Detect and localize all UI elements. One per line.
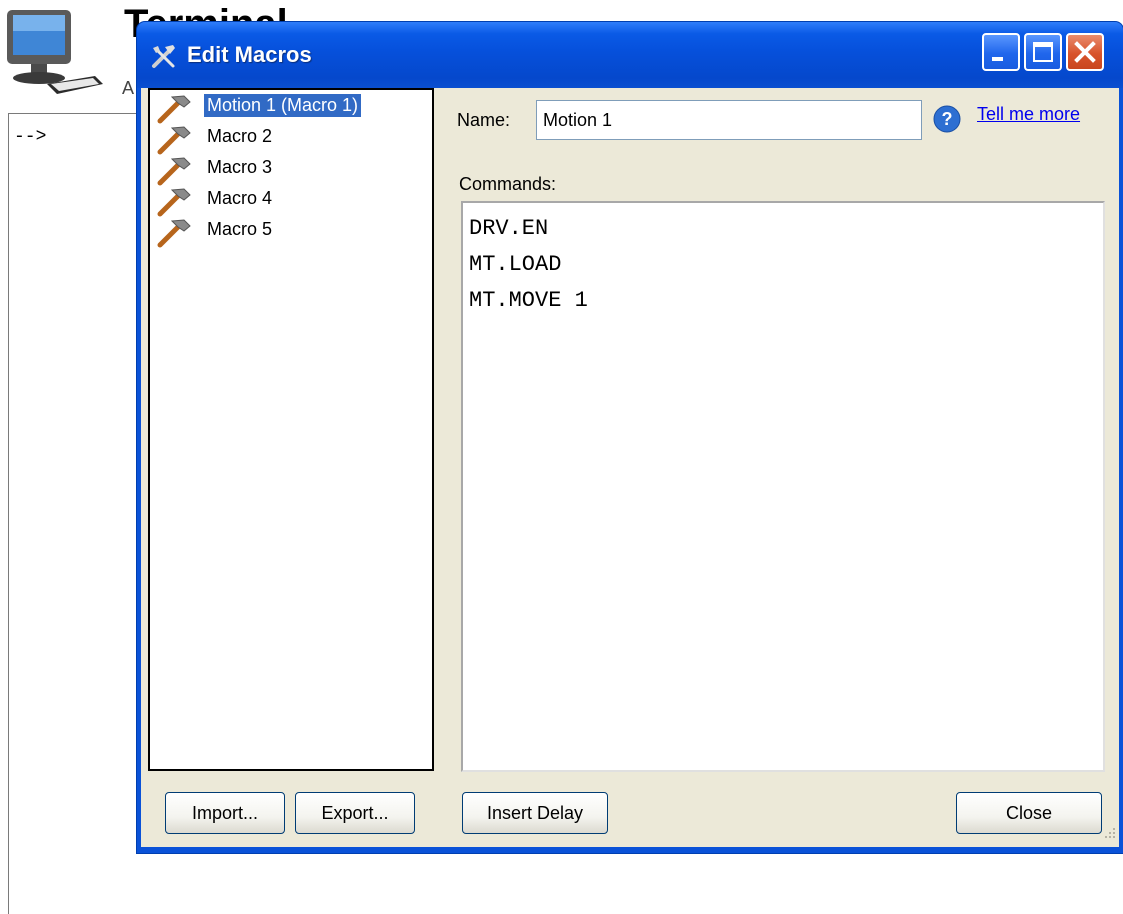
macro-label: Macro 2 bbox=[207, 126, 273, 146]
help-icon[interactable]: ? bbox=[933, 105, 961, 133]
resize-grip-icon[interactable] bbox=[1103, 826, 1117, 844]
macro-label: Motion 1 (Macro 1) bbox=[204, 94, 362, 117]
macro-list[interactable]: Motion 1 (Macro 1) Macro 2 Macro 3 Macro… bbox=[148, 88, 434, 771]
macro-name-input[interactable] bbox=[536, 100, 922, 140]
computer-icon bbox=[5, 8, 105, 100]
command-line: DRV.EN bbox=[469, 216, 549, 241]
macro-list-item[interactable]: Macro 3 bbox=[156, 154, 426, 187]
commands-textarea[interactable]: DRV.EN MT.LOAD MT.MOVE 1 bbox=[461, 201, 1105, 772]
macro-label: Macro 4 bbox=[207, 188, 273, 208]
maximize-button[interactable] bbox=[1024, 33, 1062, 71]
export-button[interactable]: Export... bbox=[295, 792, 415, 834]
macro-list-item[interactable]: Macro 2 bbox=[156, 123, 426, 156]
svg-text:?: ? bbox=[942, 109, 953, 129]
commands-label: Commands: bbox=[459, 174, 557, 194]
command-line: MT.MOVE 1 bbox=[469, 288, 588, 313]
hammer-icon bbox=[156, 155, 194, 187]
hammer-icon bbox=[156, 124, 194, 156]
dialog-client: Motion 1 (Macro 1) Macro 2 Macro 3 Macro… bbox=[141, 88, 1119, 847]
macro-list-item[interactable]: Macro 4 bbox=[156, 185, 426, 218]
name-label: Name: bbox=[457, 110, 511, 130]
terminal-subtitle: A bbox=[122, 78, 135, 98]
tools-icon bbox=[149, 42, 179, 70]
close-button[interactable]: Close bbox=[956, 792, 1102, 834]
insert-delay-button[interactable]: Insert Delay bbox=[462, 792, 608, 834]
macro-label: Macro 3 bbox=[207, 157, 273, 177]
macro-label: Macro 5 bbox=[207, 219, 273, 239]
tell-me-more-link[interactable]: Tell me more bbox=[977, 104, 1080, 125]
close-window-button[interactable] bbox=[1066, 33, 1104, 71]
terminal-prompt: --> bbox=[14, 127, 47, 147]
edit-macros-dialog: Edit Macros Motion 1 (Macro 1) Macro 2 M… bbox=[137, 22, 1123, 853]
dialog-titlebar[interactable]: Edit Macros bbox=[137, 22, 1123, 88]
hammer-icon bbox=[156, 217, 194, 249]
hammer-icon bbox=[156, 93, 194, 125]
macro-list-item[interactable]: Macro 5 bbox=[156, 216, 426, 249]
minimize-button[interactable] bbox=[982, 33, 1020, 71]
command-line: MT.LOAD bbox=[469, 252, 562, 277]
hammer-icon bbox=[156, 186, 194, 218]
dialog-title: Edit Macros bbox=[187, 42, 312, 67]
macro-list-item[interactable]: Motion 1 (Macro 1) bbox=[156, 92, 426, 125]
import-button[interactable]: Import... bbox=[165, 792, 285, 834]
